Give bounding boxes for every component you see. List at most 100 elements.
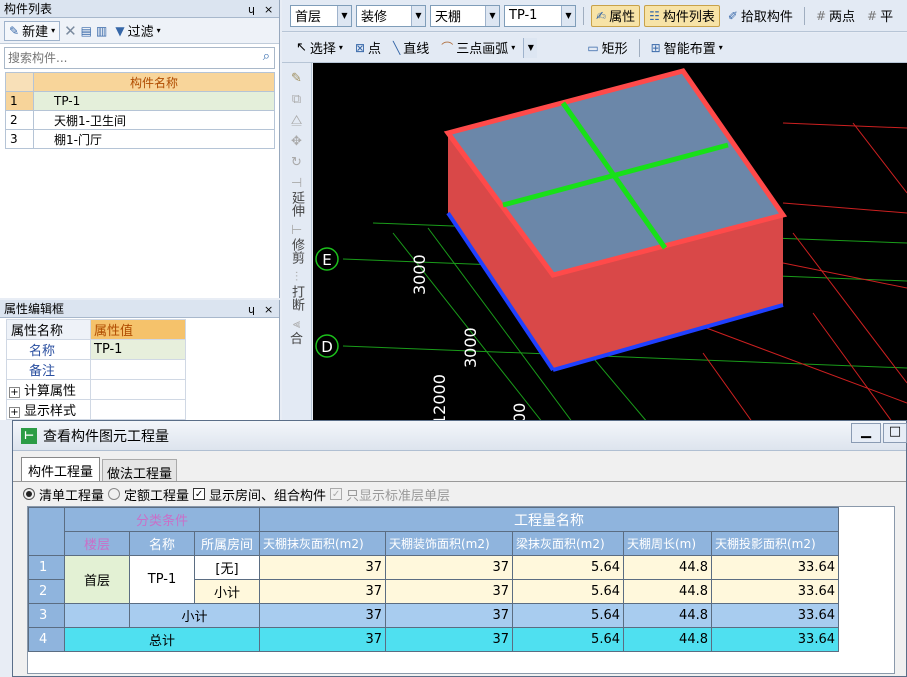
rect-button[interactable]: ▭ 矩形	[583, 37, 631, 59]
checkbox-show-rooms-label: 显示房间、组合构件	[209, 488, 327, 504]
filter-label: 过滤	[127, 25, 154, 40]
arc-button[interactable]: ⌒ 三点画弧 ▾	[437, 37, 519, 59]
prop-value[interactable]: TP-1	[90, 339, 186, 360]
axis-label-e: E	[322, 251, 331, 269]
brush-icon[interactable]: ✎	[291, 71, 302, 86]
dialog-title: 查看构件图元工程量	[43, 428, 169, 445]
properties-button[interactable]: ✍ 属性	[591, 4, 641, 27]
copy-icon[interactable]: ▤	[81, 24, 92, 38]
break-button[interactable]: ⫶ 打断	[289, 270, 304, 311]
category-select[interactable]: 装修 ▼	[356, 4, 426, 27]
new-button[interactable]: ✎ 新建 ▾	[4, 20, 61, 41]
main-toolbar: 首层 ▼ 装修 ▼ 天棚 ▼ TP-1 ▼ ✍ 属性 ☷ 构件列表 ✐ 拾取构件 # 两点 # 平	[282, 0, 907, 32]
filter-button[interactable]: ▼ 过滤 ▾	[111, 20, 164, 42]
floor-select[interactable]: 首层 ▼	[290, 4, 352, 27]
component-select[interactable]: TP-1 ▼	[504, 4, 576, 27]
delete-icon[interactable]: ✕	[64, 22, 77, 40]
radio-quota[interactable]	[108, 488, 121, 500]
table-row[interactable]: 4 总计 37 37 5.64 44.8 33.64	[28, 627, 839, 652]
axis-label-d: D	[321, 338, 333, 356]
table-row[interactable]: 1 TP-1	[5, 91, 275, 111]
break-icon: ⫶	[294, 270, 299, 285]
prop-header-name: 属性名称	[6, 319, 91, 340]
merge-icon: ⫷	[292, 317, 301, 332]
pin-icon[interactable]: ɥ	[248, 1, 255, 19]
trim-button[interactable]: ⊢ 修剪	[289, 223, 304, 264]
trim-label: 修剪	[289, 238, 304, 264]
dim-label: 3000	[410, 254, 429, 295]
room-cell: [无]	[194, 555, 260, 580]
move-icon[interactable]: ✥	[291, 134, 302, 149]
parallel-button[interactable]: # 平	[863, 5, 893, 27]
pick-button[interactable]: ✐ 拾取构件	[724, 5, 797, 27]
line-button[interactable]: ╲ 直线	[389, 37, 433, 59]
panel-title: 构件列表 ɥ ×	[0, 0, 279, 18]
new-label: 新建	[22, 25, 49, 40]
trim-icon: ⊢	[290, 223, 303, 238]
property-panel: 属性编辑框 ɥ × 属性名称 属性值 名称 TP-1 备注 + 计算属性 + 显示样式	[0, 300, 280, 420]
filter-icon: ▼	[115, 23, 125, 38]
draw-mode-select[interactable]: ▼	[523, 37, 539, 59]
result-table: 分类条件 工程量名称 楼层 名称 所属房间 天棚抹灰面积(m2) 天棚装饰面积(…	[28, 507, 839, 652]
close-icon[interactable]: ×	[264, 301, 273, 319]
app-icon: ⊢	[21, 427, 37, 444]
row-num: 4	[28, 627, 65, 652]
minimize-button[interactable]: ▁	[851, 423, 881, 443]
smart-layout-icon: ⊞	[650, 40, 661, 55]
prop-row[interactable]: 备注	[6, 359, 186, 380]
prop-value	[90, 399, 186, 420]
qty-cell: 44.8	[623, 555, 712, 580]
expand-icon[interactable]: +	[9, 387, 20, 398]
checkbox-show-rooms[interactable]: ✓	[193, 488, 206, 500]
qty-cell: 44.8	[623, 603, 712, 628]
smart-layout-button[interactable]: ⊞ 智能布置 ▾	[647, 37, 727, 59]
search-icon[interactable]: ⌕	[263, 49, 270, 64]
line-label: 直线	[403, 42, 430, 57]
drawing-canvas[interactable]: E D 3000 3000 12000 00	[313, 63, 907, 423]
extend-button[interactable]: ⊣ 延伸	[289, 176, 304, 217]
table-row[interactable]: 3 棚1-门厅	[5, 129, 275, 149]
prop-row[interactable]: + 显示样式	[6, 399, 186, 420]
component-list-button[interactable]: ☷ 构件列表	[644, 4, 720, 27]
axis-icon: #	[815, 8, 826, 23]
prop-name: 备注	[6, 359, 91, 380]
maximize-button[interactable]: □	[883, 423, 907, 443]
options-row: 清单工程量 定额工程量 ✓ 显示房间、组合构件 ✓ 只显示标准层单层	[13, 482, 906, 506]
chevron-down-icon: ▼	[523, 37, 538, 58]
table-row[interactable]: 3 小计 37 37 5.64 44.8 33.64	[28, 603, 839, 628]
rect-label: 矩形	[601, 42, 628, 57]
pin-icon[interactable]: ɥ	[248, 301, 255, 319]
chevron-down-icon: ▼	[561, 5, 575, 26]
table-row[interactable]: 2 天棚1-卫生间	[5, 110, 275, 130]
arc-label: 三点画弧	[456, 42, 509, 57]
select-button[interactable]: ↖ 选择 ▾	[292, 37, 347, 59]
point-button[interactable]: ⊠ 点	[351, 37, 385, 59]
type-select[interactable]: 天棚 ▼	[430, 4, 500, 27]
prop-value[interactable]	[90, 359, 186, 380]
search-input[interactable]	[5, 48, 235, 68]
chevron-down-icon: ▼	[337, 5, 351, 26]
merge-label: 合	[289, 332, 303, 347]
mirror-icon[interactable]: ⧋	[291, 113, 303, 128]
tab-method-qty[interactable]: 做法工程量	[102, 459, 178, 482]
tab-component-qty[interactable]: 构件工程量	[21, 457, 101, 481]
prop-row[interactable]: + 计算属性	[6, 379, 186, 400]
table-row[interactable]: 1 首层 TP-1 [无] 37 37 5.64 44.8 33.64	[28, 555, 839, 604]
copy-icon[interactable]: ⧉	[292, 92, 301, 107]
rename-icon[interactable]: ▥	[96, 24, 107, 38]
qty-cell: 37	[385, 555, 513, 580]
qty-cell: 33.64	[711, 627, 839, 652]
rotate-icon[interactable]: ↻	[291, 155, 302, 170]
floor-value: 首层	[295, 10, 322, 25]
prop-row[interactable]: 名称 TP-1	[6, 339, 186, 360]
quantity-dialog: ⊢ 查看构件图元工程量 ▁ □ 构件工程量 做法工程量 清单工程量 定额工程量 …	[12, 420, 907, 677]
radio-list[interactable]	[23, 488, 35, 500]
col-qty: 天棚装饰面积(m2)	[385, 531, 513, 556]
merge-button[interactable]: ⫷ 合	[290, 317, 303, 347]
expand-icon[interactable]: +	[9, 407, 20, 418]
two-point-button[interactable]: # 两点	[812, 5, 859, 27]
close-icon[interactable]: ×	[264, 1, 273, 19]
component-table: 构件名称 1 TP-1 2 天棚1-卫生间 3 棚1-门厅	[5, 72, 275, 149]
dialog-tabs: 构件工程量 做法工程量	[13, 451, 906, 482]
col-qty: 梁抹灰面积(m2)	[512, 531, 624, 556]
